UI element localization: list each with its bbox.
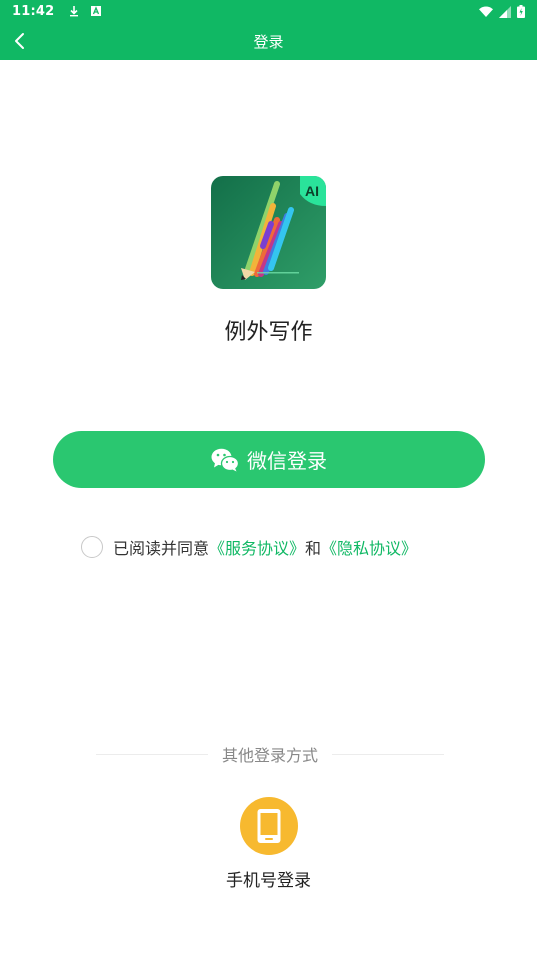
phone-login-label[interactable]: 手机号登录: [0, 866, 537, 891]
other-login-divider: 其他登录方式: [96, 742, 445, 766]
battery-icon: [517, 5, 525, 18]
status-right-icons: [479, 5, 525, 18]
download-icon: [70, 6, 79, 17]
divider-line-left: [96, 753, 208, 755]
service-agreement-link[interactable]: 《服务协议》: [209, 535, 305, 559]
other-login-label: 其他登录方式: [222, 746, 319, 765]
wechat-login-button[interactable]: 微信登录: [53, 431, 485, 488]
pencil-logo-icon: AI: [211, 176, 326, 289]
agreement-row: 已阅读并同意 《服务协议》 和 《隐私协议》: [81, 534, 417, 560]
phone-login-button[interactable]: [239, 797, 299, 855]
wechat-login-label: 微信登录: [247, 449, 327, 473]
app-bar: 登录: [0, 22, 537, 60]
divider-line-right: [332, 753, 445, 755]
login-screen: 11:42 登录 AI 例外写作 微信登录 已阅读并同意 《服务协议》 和 《隐…: [0, 0, 537, 954]
phone-icon: [257, 809, 281, 843]
signal-icon: [499, 5, 511, 18]
logo-badge-text: AI: [305, 183, 319, 199]
app-logo: AI: [211, 176, 326, 289]
agreement-prefix: 已阅读并同意: [113, 539, 210, 558]
page-title: 登录: [253, 32, 284, 51]
wifi-icon: [479, 6, 493, 17]
status-time: 11:42: [12, 3, 55, 19]
agreement-checkbox[interactable]: [81, 536, 103, 558]
agreement-connector: 和: [305, 539, 322, 558]
wechat-icon: [211, 448, 239, 471]
privacy-agreement-link[interactable]: 《隐私协议》: [321, 535, 417, 559]
status-bar: 11:42: [0, 0, 537, 22]
app-name: 例外写作: [224, 320, 313, 345]
notification-a-icon: [91, 6, 102, 16]
